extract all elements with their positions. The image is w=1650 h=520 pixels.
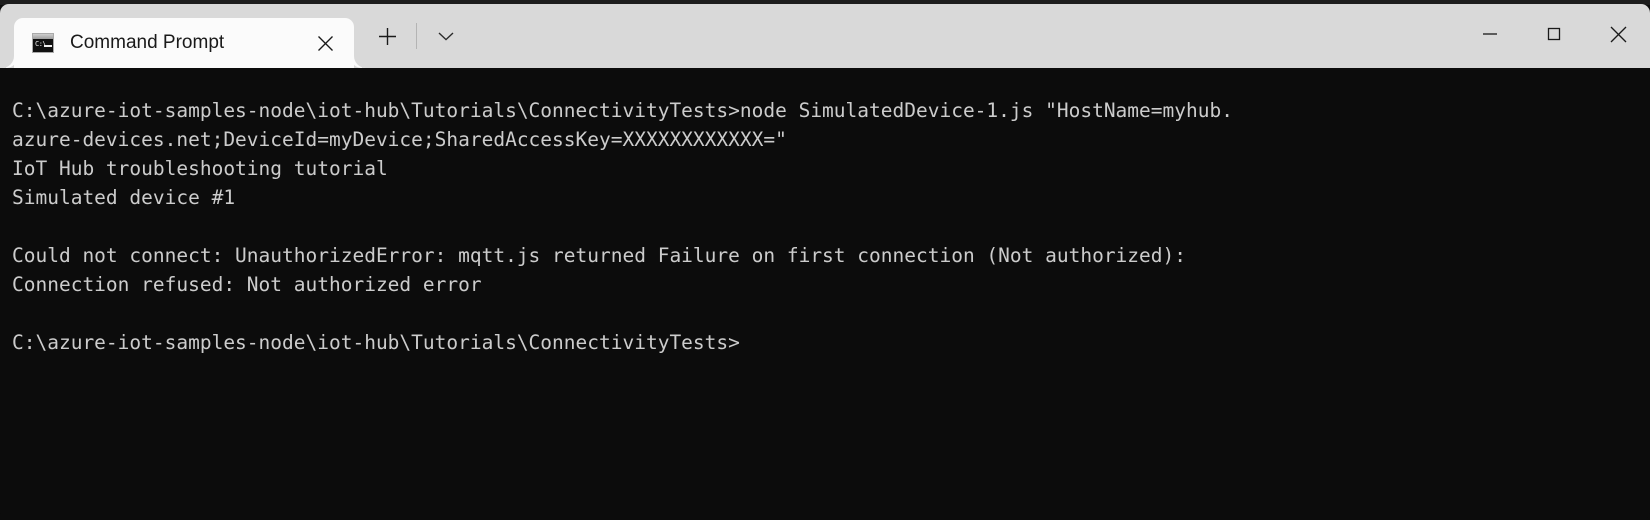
terminal-line: Could not connect: UnauthorizedError: mq… xyxy=(12,244,1186,267)
tab-title: Command Prompt xyxy=(70,32,225,53)
maximize-icon xyxy=(1547,27,1561,41)
chevron-down-icon xyxy=(438,32,454,41)
window-controls xyxy=(1458,4,1650,68)
new-tab-button[interactable] xyxy=(366,15,408,57)
tab-actions-separator xyxy=(416,23,417,49)
command-prompt-window: C:\ Command Prompt C:\azure-iot-samples-… xyxy=(0,0,1650,520)
plus-icon xyxy=(378,27,396,45)
tab-actions xyxy=(354,4,467,68)
titlebar: C:\ Command Prompt xyxy=(0,4,1650,68)
close-icon xyxy=(1610,26,1626,42)
terminal-line: IoT Hub troubleshooting tutorial xyxy=(12,157,388,180)
terminal-prompt-line: C:\azure-iot-samples-node\iot-hub\Tutori… xyxy=(12,331,740,354)
terminal-line: azure-devices.net;DeviceId=myDevice;Shar… xyxy=(12,128,787,151)
terminal-line: Simulated device #1 xyxy=(12,186,236,209)
terminal-line: Connection refused: Not authorized error xyxy=(12,273,482,296)
console-icon: C:\ xyxy=(32,33,54,53)
console-icon-titlebar xyxy=(33,34,53,39)
terminal-output-area[interactable]: C:\azure-iot-samples-node\iot-hub\Tutori… xyxy=(0,68,1650,520)
console-icon-cursor xyxy=(44,45,52,47)
tab-dropdown-button[interactable] xyxy=(425,15,467,57)
terminal-line: C:\azure-iot-samples-node\iot-hub\Tutori… xyxy=(12,99,1233,122)
tab-strip: C:\ Command Prompt xyxy=(0,4,467,68)
close-window-button[interactable] xyxy=(1586,4,1650,64)
close-tab-button[interactable] xyxy=(310,28,340,58)
tab-shoulder-left xyxy=(2,56,14,68)
tab-command-prompt[interactable]: C:\ Command Prompt xyxy=(2,18,366,68)
maximize-button[interactable] xyxy=(1522,4,1586,64)
titlebar-drag-region xyxy=(467,4,1458,68)
minimize-button[interactable] xyxy=(1458,4,1522,64)
close-icon xyxy=(317,35,333,51)
minimize-icon xyxy=(1483,33,1497,35)
